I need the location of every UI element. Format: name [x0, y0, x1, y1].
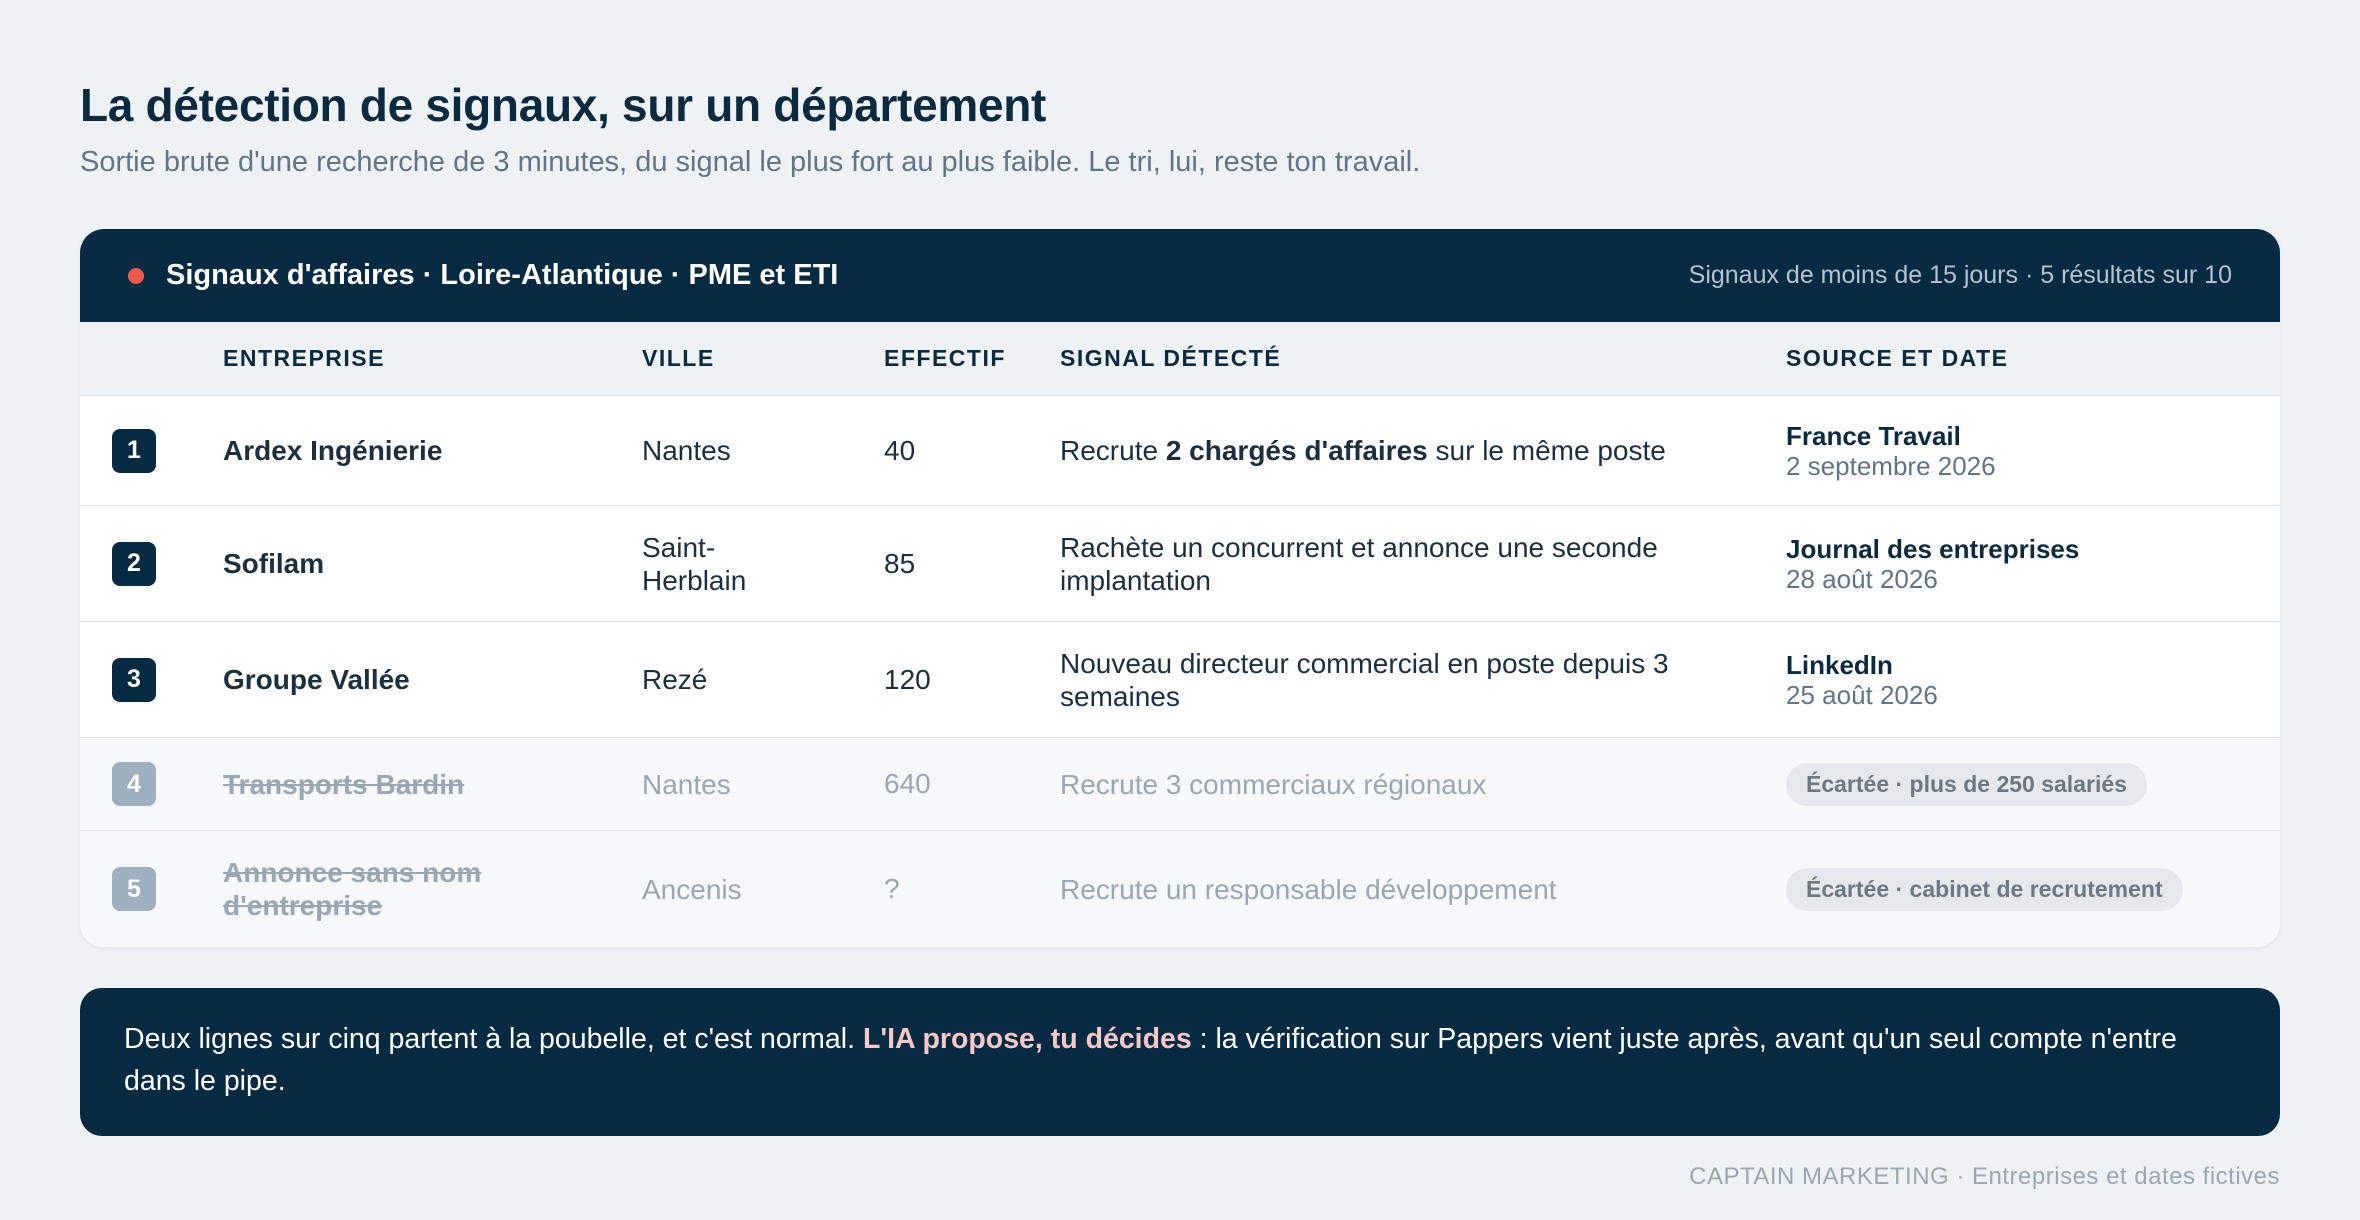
company-name: Sofilam [223, 548, 325, 579]
city: Saint-Herblain [642, 531, 747, 596]
column-headers: ENTREPRISE VILLE EFFECTIF SIGNAL DÉTECTÉ… [80, 322, 2280, 396]
source-date: 28 août 2026 [1786, 563, 1938, 594]
table-row[interactable]: 2 Sofilam Saint-Herblain 85 Rachète un c… [80, 506, 2280, 622]
source-date: 25 août 2026 [1786, 679, 1938, 710]
signal-text-part: Recrute [1060, 435, 1166, 466]
headcount: 120 [884, 663, 931, 695]
signals-table-card: Signaux d'affaires · Loire-Atlantique · … [80, 229, 2280, 947]
company-name: Ardex Ingénierie [223, 435, 443, 466]
signal-text: Recrute 2 chargés d'affaires sur le même… [1060, 434, 1786, 467]
table-header-bar: Signaux d'affaires · Loire-Atlantique · … [80, 229, 2280, 322]
city: Rezé [642, 664, 708, 695]
panel-meta: Signaux de moins de 15 jours · 5 résulta… [1688, 261, 2232, 289]
table-row[interactable]: 3 Groupe Vallée Rezé 120 Nouveau directe… [80, 622, 2280, 738]
note-text: Deux lignes sur cinq partent à la poubel… [124, 1023, 863, 1055]
page-title: La détection de signaux, sur un départem… [80, 79, 1047, 131]
source-date: 2 septembre 2026 [1786, 450, 1996, 481]
city: Nantes [642, 435, 731, 466]
status-dot-icon [128, 267, 144, 284]
rejected-status-badge: Écartée · plus de 250 salariés [1786, 762, 2147, 806]
rejected-status-badge: Écartée · cabinet de recrutement [1786, 867, 2183, 911]
signal-highlight: 2 chargés d'affaires [1165, 435, 1428, 466]
takeaway-note: Deux lignes sur cinq partent à la poubel… [80, 988, 2280, 1136]
signal-text-part: sur le même poste [1427, 435, 1666, 466]
source-name: France Travail [1786, 420, 1961, 451]
headcount: ? [884, 873, 900, 904]
column-header-source: SOURCE ET DATE [1786, 345, 2009, 371]
table-row-rejected[interactable]: 5 Annonce sans nom d'entreprise Ancenis … [80, 831, 2280, 947]
rank-badge: 2 [112, 541, 156, 586]
column-header-entreprise: ENTREPRISE [223, 345, 385, 371]
company-name: Groupe Vallée [223, 664, 410, 695]
table-row-rejected[interactable]: 4 Transports Bardin Nantes 640 Recrute 3… [80, 738, 2280, 831]
signal-text: Rachète un concurrent et annonce une sec… [1060, 531, 1658, 596]
signal-text: Nouveau directeur commercial en poste de… [1060, 647, 1669, 712]
rank-badge: 5 [112, 867, 156, 911]
column-header-signal: SIGNAL DÉTECTÉ [1060, 345, 1282, 371]
source-cell: France Travail 2 septembre 2026 [1786, 421, 2280, 481]
city: Ancenis [642, 873, 742, 905]
signal-text: Recrute un responsable développement [1060, 873, 1557, 905]
company-name: Annonce sans nom d'entreprise [223, 857, 482, 921]
column-header-effectif: EFFECTIF [884, 345, 1006, 371]
footer-credit: CAPTAIN MARKETING · Entreprises et dates… [1689, 1163, 2280, 1190]
company-name: Transports Bardin [223, 768, 465, 800]
source-name: Journal des entreprises [1786, 533, 2080, 564]
headcount: 40 [884, 434, 916, 466]
headcount: 640 [884, 768, 931, 799]
rank-badge: 4 [112, 762, 156, 806]
rank-badge: 3 [112, 657, 156, 702]
source-name: LinkedIn [1786, 649, 1893, 680]
table-row[interactable]: 1 Ardex Ingénierie Nantes 40 Recrute 2 c… [80, 396, 2280, 506]
page-subtitle: Sortie brute d'une recherche de 3 minute… [80, 146, 1421, 178]
note-highlight: L'IA propose, tu décides [862, 1023, 1192, 1055]
panel-title: Signaux d'affaires · Loire-Atlantique · … [166, 259, 839, 291]
source-cell: Journal des entreprises 28 août 2026 [1786, 534, 2280, 594]
signal-text: Recrute 3 commerciaux régionaux [1060, 768, 1487, 800]
rank-badge: 1 [112, 428, 156, 473]
source-cell: LinkedIn 25 août 2026 [1786, 650, 2280, 710]
column-header-ville: VILLE [642, 345, 715, 371]
headcount: 85 [884, 547, 916, 579]
city: Nantes [642, 768, 731, 800]
